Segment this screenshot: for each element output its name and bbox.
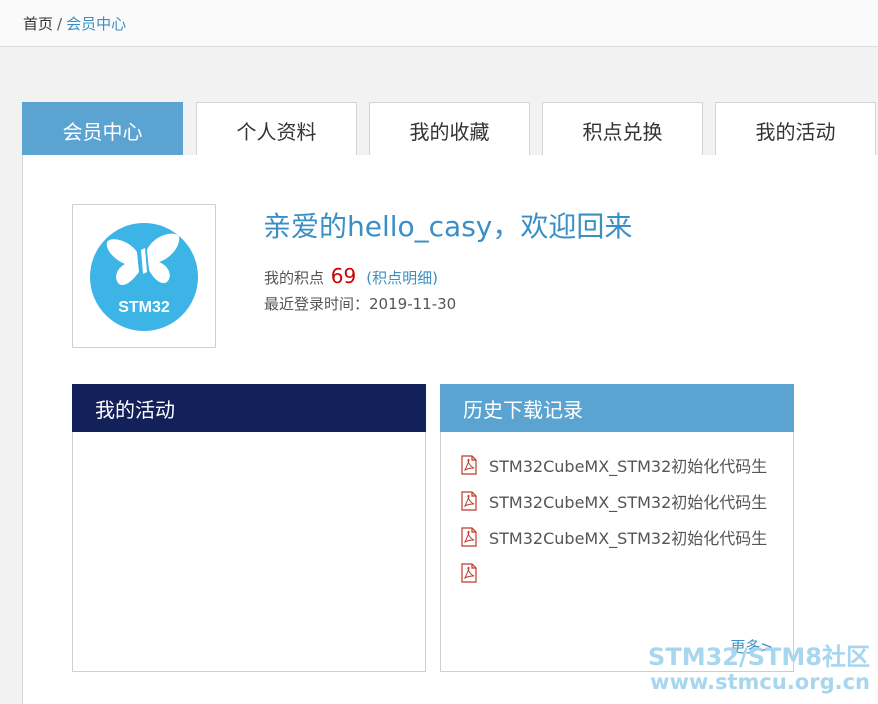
avatar[interactable]: STM32: [72, 204, 216, 348]
pdf-icon: [461, 527, 477, 547]
avatar-logo-text: STM32: [118, 299, 170, 316]
welcome-message: 亲爱的hello_casy，欢迎回来: [263, 210, 633, 243]
breadcrumb-current[interactable]: 会员中心: [66, 15, 126, 33]
download-item-title: STM32CubeMX_STM32初始化代码生: [489, 529, 768, 548]
points-close-paren: ): [432, 269, 438, 287]
watermark-line1: STM32/STM8社区: [648, 643, 870, 671]
download-history-title: 历史下载记录: [440, 384, 794, 432]
points-detail-link[interactable]: 积点明细: [372, 269, 432, 287]
breadcrumb-home-link[interactable]: 首页: [23, 15, 53, 33]
points-value: 69: [330, 264, 357, 288]
breadcrumb-bar: 首页 / 会员中心: [0, 0, 878, 47]
pdf-icon: [461, 455, 477, 475]
tab-points-exchange[interactable]: 积点兑换: [542, 102, 703, 155]
site-watermark: STM32/STM8社区 www.stmcu.org.cn: [648, 644, 870, 694]
my-activities-box: 我的活动: [72, 384, 426, 672]
last-login-value: 2019-11-30: [369, 295, 457, 313]
points-line: 我的积点 69 (积点明细): [264, 264, 438, 288]
last-login-line: 最近登录时间：2019-11-30: [264, 293, 456, 314]
breadcrumb: 首页 / 会员中心: [23, 13, 126, 34]
pdf-icon: [461, 491, 477, 511]
tab-member-center[interactable]: 会员中心: [22, 102, 183, 155]
download-item-title: STM32CubeMX_STM32初始化代码生: [489, 493, 768, 512]
last-login-label: 最近登录时间：: [264, 295, 370, 313]
tab-profile[interactable]: 个人资料: [196, 102, 357, 155]
download-item-title: STM32CubeMX_STM32初始化代码生: [489, 457, 768, 476]
pdf-icon: [461, 563, 477, 583]
download-history-box: 历史下载记录 STM32CubeMX_STM32初始化代码生 STM32Cube…: [440, 384, 794, 672]
breadcrumb-separator: /: [57, 15, 63, 33]
points-label: 我的积点: [264, 269, 325, 287]
tab-my-activities[interactable]: 我的活动: [715, 102, 876, 155]
tab-favorites[interactable]: 我的收藏: [369, 102, 530, 155]
my-activities-title: 我的活动: [72, 384, 426, 432]
watermark-line2: www.stmcu.org.cn: [650, 670, 870, 694]
stm32-butterfly-icon: STM32: [90, 223, 198, 331]
